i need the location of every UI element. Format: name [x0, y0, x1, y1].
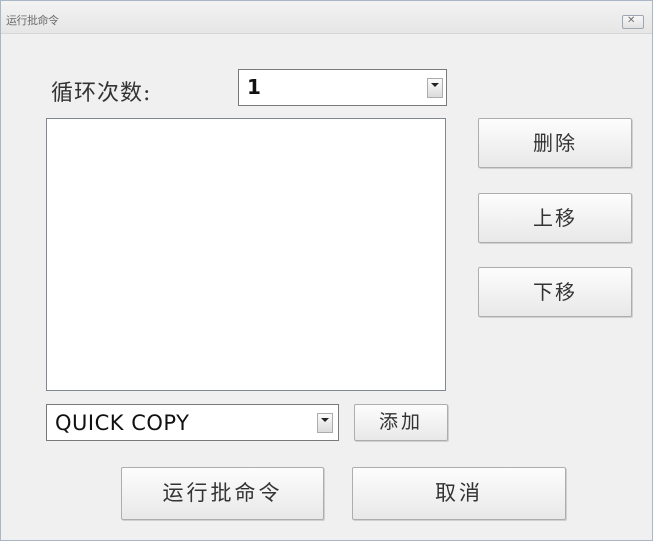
run-batch-dialog: 运行批命令 ✕ 循环次数: 1 删除 上移 下移 QUICK COPY 添加 运… — [0, 0, 653, 541]
command-list[interactable] — [46, 118, 446, 391]
cancel-button[interactable]: 取消 — [352, 467, 566, 520]
window-title: 运行批命令 — [6, 14, 59, 27]
loop-count-dropdown[interactable]: 1 — [238, 69, 447, 106]
chevron-down-icon — [321, 418, 329, 422]
loop-count-label: 循环次数: — [51, 81, 152, 106]
title-bar[interactable]: 运行批命令 ✕ — [1, 1, 652, 34]
chevron-down-icon — [431, 83, 439, 87]
command-dropdown-button[interactable] — [317, 413, 333, 433]
add-button[interactable]: 添加 — [354, 404, 448, 441]
close-icon: ✕ — [627, 15, 636, 26]
loop-count-value: 1 — [247, 75, 261, 99]
move-down-button[interactable]: 下移 — [478, 267, 632, 317]
close-button[interactable]: ✕ — [622, 15, 644, 29]
command-dropdown[interactable]: QUICK COPY — [46, 404, 339, 441]
delete-button[interactable]: 删除 — [478, 118, 632, 168]
command-dropdown-value: QUICK COPY — [55, 411, 190, 435]
move-up-button[interactable]: 上移 — [478, 193, 632, 243]
loop-count-dropdown-button[interactable] — [427, 78, 443, 98]
run-batch-button[interactable]: 运行批命令 — [121, 467, 324, 520]
